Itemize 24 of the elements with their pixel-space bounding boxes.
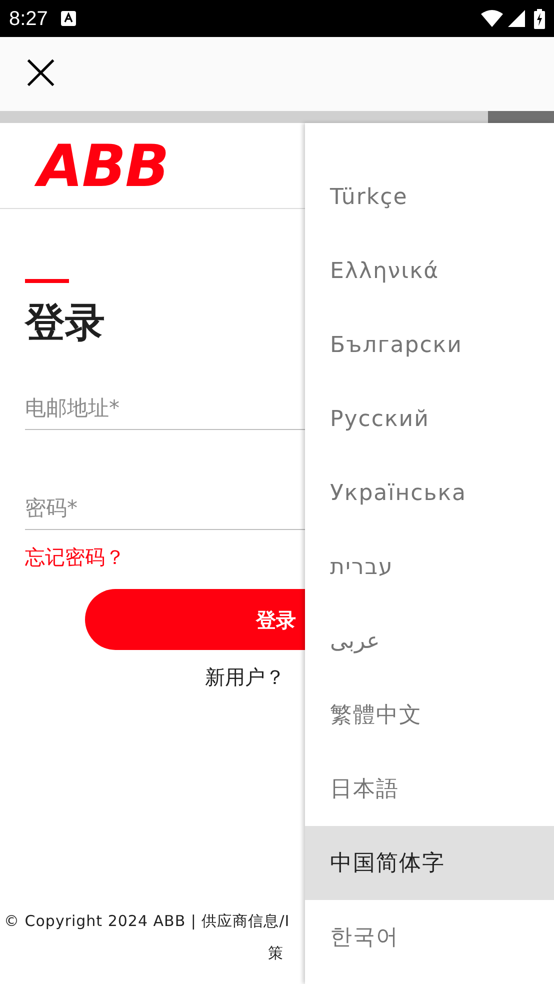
new-user-link[interactable]: 新用户？ bbox=[205, 662, 285, 692]
language-option[interactable]: 한국어 bbox=[305, 900, 554, 974]
language-option[interactable]: Ελληνικά bbox=[305, 234, 554, 308]
close-button[interactable]: × bbox=[19, 46, 63, 98]
forgot-password-link[interactable]: 忘记密码？ bbox=[25, 542, 125, 572]
language-option[interactable]: Български bbox=[305, 308, 554, 382]
language-option[interactable]: Русский bbox=[305, 382, 554, 456]
page-title: 登录 bbox=[25, 303, 106, 343]
battery-charging-icon bbox=[534, 8, 545, 28]
footer-text: 策 bbox=[268, 942, 284, 964]
input-field[interactable]: 密码* bbox=[25, 486, 305, 530]
language-option[interactable]: عربى bbox=[305, 604, 554, 678]
input-field[interactable]: 电邮地址* bbox=[25, 386, 305, 430]
language-option[interactable]: Українська bbox=[305, 456, 554, 530]
language-option[interactable]: עברית bbox=[305, 530, 554, 604]
language-option[interactable]: 繁體中文 bbox=[305, 678, 554, 752]
language-option[interactable]: 中国简体字 bbox=[305, 826, 554, 900]
status-time: 8:27 bbox=[9, 6, 48, 32]
language-option[interactable]: 日本語 bbox=[305, 752, 554, 826]
footer-copyright: © Copyright 2024 ABB | 供应商信息/I bbox=[4, 911, 290, 932]
language-option[interactable]: Türkçe bbox=[305, 160, 554, 234]
keyboard-notification-icon bbox=[60, 11, 76, 26]
wifi-icon bbox=[481, 10, 503, 27]
signal-icon bbox=[508, 10, 525, 27]
